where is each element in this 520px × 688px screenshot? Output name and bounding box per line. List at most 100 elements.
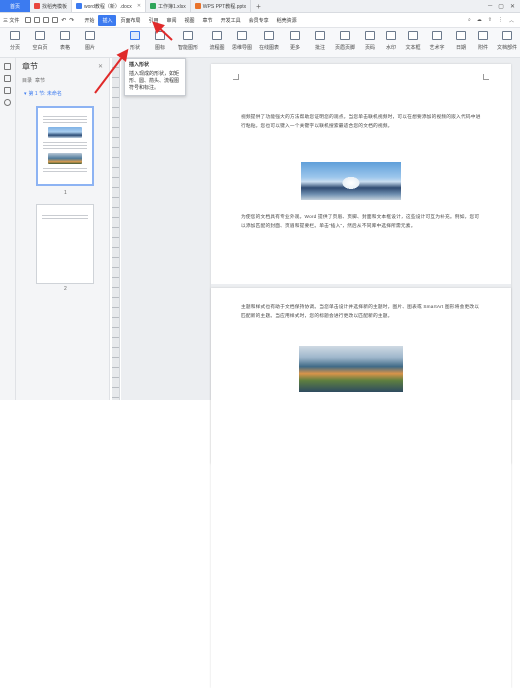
section-pane: 章节 ✕ 目录 章节 ▾ 第 1 节: 未命名 1 2 (16, 58, 110, 400)
search-icon[interactable] (4, 99, 11, 106)
watermark-icon (386, 31, 396, 40)
wordart-button[interactable]: 艺术字 (424, 31, 450, 51)
home-tab[interactable]: 首页 (0, 0, 30, 12)
picture-icon (85, 31, 95, 40)
menu-page-layout[interactable]: 页面布局 (116, 15, 144, 26)
doc-parts-button[interactable]: 文档部件 (494, 31, 520, 51)
pane-close-icon[interactable]: ✕ (98, 63, 103, 70)
file-menu[interactable]: 三 文件 (3, 17, 19, 24)
page-thumbnail[interactable] (36, 106, 94, 186)
print-icon[interactable] (43, 17, 50, 23)
page-break-button[interactable]: 分页 (2, 31, 28, 51)
attachment-icon (478, 31, 488, 40)
blank-page-icon (35, 31, 45, 40)
word-doc-icon (76, 3, 83, 9)
menu-insert[interactable]: 插入 (98, 14, 117, 26)
flowchart-button[interactable]: 流程图 (204, 31, 230, 51)
shape-tooltip: 插入形状 插入现成的形状，如矩形、圆、箭头、流程图符号和标注。 (124, 58, 186, 96)
tab-label: word教程（新）.docx (84, 3, 132, 10)
nav-pane-icon[interactable] (4, 63, 11, 70)
tab-sections[interactable]: 章节 (35, 77, 45, 84)
tab-label: 找稻壳模板 (42, 3, 68, 10)
doc-parts-icon (502, 31, 512, 40)
menu-docer[interactable]: 稻壳资源 (273, 15, 301, 26)
tab-word-doc[interactable]: word教程（新）.docx ✕ (72, 0, 147, 12)
maximize-icon[interactable]: ▢ (498, 3, 504, 10)
tab-label: WPS PPT教程.pptx (202, 3, 247, 10)
minimize-icon[interactable]: ─ (488, 3, 492, 9)
document-image-lake[interactable] (299, 346, 403, 392)
more-icon[interactable]: ⋮ (498, 17, 503, 23)
outline-icon[interactable] (4, 75, 11, 82)
window-tab-bar: 首页 找稻壳模板 word教程（新）.docx ✕ 工作簿1.xlsx WPS … (0, 0, 520, 13)
preview-icon[interactable] (52, 17, 59, 23)
menu-sections[interactable]: 章节 (199, 15, 217, 26)
menu-home[interactable]: 开始 (80, 15, 98, 26)
picture-button[interactable]: 图片 (77, 31, 103, 51)
share-icon[interactable]: ⇪ (488, 17, 492, 23)
left-tool-strip (0, 58, 16, 400)
margin-mark (233, 74, 239, 80)
bookmark-icon[interactable] (4, 87, 11, 94)
thumb-image (48, 127, 82, 138)
mindmap-button[interactable]: 思维导图 (229, 31, 255, 51)
textbox-button[interactable]: 文本框 (400, 31, 426, 51)
smart-graphic-icon (183, 31, 193, 40)
save-icon[interactable] (25, 17, 32, 23)
menu-member[interactable]: 会员专享 (245, 15, 273, 26)
chevron-down-icon: ▾ (24, 90, 27, 97)
docer-icon (34, 3, 40, 9)
tab-template[interactable]: 找稻壳模板 (30, 0, 73, 12)
export-icon[interactable] (34, 17, 41, 23)
paragraph[interactable]: 为使您的文档具有专业外观，Word 提供了页眉、页脚、封面和文本框设计，这些设计… (241, 212, 481, 230)
shape-button[interactable]: 形状 (122, 31, 148, 51)
redo-icon[interactable]: ↷ (69, 17, 74, 24)
margin-mark (483, 74, 489, 80)
menubar-right: ⌕ ☁ ⇪ ⋮ ︿ (468, 17, 520, 24)
smart-graphic-button[interactable]: 智能图形 (172, 31, 204, 51)
section-item[interactable]: ▾ 第 1 节: 未命名 (16, 86, 109, 101)
window-controls: ─ ▢ ✕ (488, 0, 520, 12)
flowchart-icon (212, 31, 222, 40)
menu-references[interactable]: 引用 (145, 15, 163, 26)
search-icon[interactable]: ⌕ (468, 17, 471, 23)
close-icon[interactable]: ✕ (137, 3, 141, 9)
sync-icon[interactable]: ☁ (477, 17, 482, 23)
paragraph[interactable]: 主题和样式也有助于文档保持协调。当您单击设计并选择新的主题时，图片、图表或 Sm… (241, 302, 481, 320)
tab-workbook[interactable]: 工作簿1.xlsx (146, 0, 191, 12)
tab-label: 工作簿1.xlsx (158, 3, 186, 10)
online-chart-button[interactable]: 在线图表 (256, 31, 282, 51)
icon-button[interactable]: 图标 (147, 31, 173, 51)
quick-access-toolbar: ↶ ↷ (25, 17, 74, 24)
undo-icon[interactable]: ↶ (61, 17, 66, 24)
menu-review[interactable]: 审阅 (163, 15, 181, 26)
page-thumbnail[interactable] (36, 204, 94, 284)
menu-developer[interactable]: 开发工具 (217, 15, 245, 26)
more-icon (290, 31, 300, 40)
document-page[interactable]: 主题和样式也有助于文档保持协调。当您单击设计并选择新的主题时，图片、图表或 Sm… (211, 288, 511, 688)
page-break-icon (10, 31, 20, 40)
attachment-button[interactable]: 附件 (470, 31, 496, 51)
sheet-icon (150, 3, 157, 9)
collapse-ribbon-icon[interactable]: ︿ (509, 17, 514, 24)
document-image-mountain[interactable] (301, 162, 401, 200)
window-close-icon[interactable]: ✕ (510, 3, 515, 10)
pane-title: 章节 (22, 62, 38, 71)
paragraph[interactable]: 视频提供了功能强大的方法帮助您证明您的观点。当您单击联机视频时，可以在想要添加的… (241, 112, 481, 130)
page-number: 2 (64, 286, 67, 292)
menu-view[interactable]: 视图 (181, 15, 199, 26)
tab-ppt[interactable]: WPS PPT教程.pptx (191, 0, 252, 12)
table-button[interactable]: 表格 (52, 31, 78, 51)
new-tab-icon[interactable]: + (251, 0, 266, 12)
page-number-icon (365, 31, 375, 40)
document-canvas: 视频提供了功能强大的方法帮助您证明您的观点。当您单击联机视频时，可以在想要添加的… (121, 58, 520, 688)
shape-icon (130, 31, 140, 40)
date-icon (456, 31, 466, 40)
more-button[interactable]: 更多 (282, 31, 308, 51)
header-footer-icon (340, 31, 350, 40)
ppt-icon (194, 3, 201, 9)
tab-toc[interactable]: 目录 (22, 77, 32, 84)
comment-button[interactable]: 批注 (307, 31, 333, 51)
blank-page-button[interactable]: 空白页 (27, 31, 53, 51)
header-footer-button[interactable]: 页眉页脚 (332, 31, 358, 51)
